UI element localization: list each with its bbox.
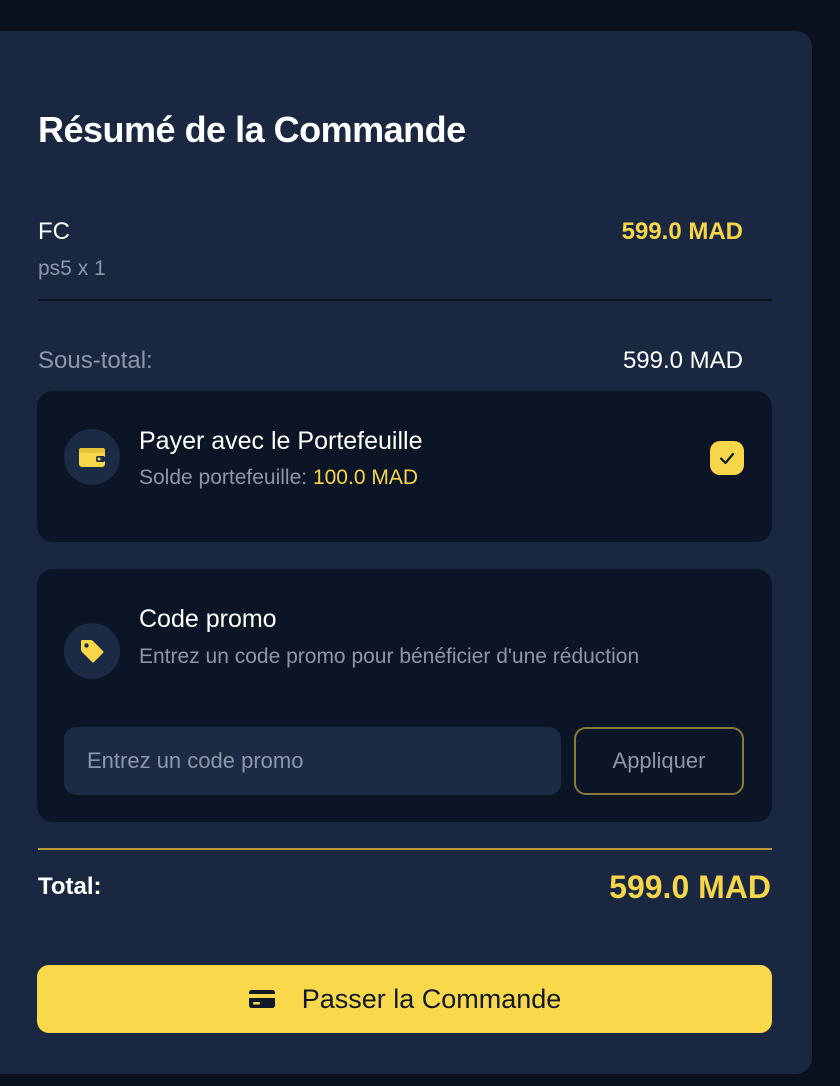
order-summary-panel: Résumé de la Commande FC ps5 x 1 599.0 M… xyxy=(0,31,812,1074)
check-icon xyxy=(719,452,735,465)
wallet-title: Payer avec le Portefeuille xyxy=(139,427,423,455)
wallet-balance-value: 100.0 MAD xyxy=(312,466,419,489)
wallet-checkbox[interactable] xyxy=(710,441,744,475)
promo-code-input[interactable] xyxy=(64,727,561,795)
promo-description: Entrez un code promo pour bénéficier d'u… xyxy=(139,645,640,668)
wallet-icon xyxy=(64,429,120,485)
item-price: 599.0 MAD xyxy=(621,218,743,245)
item-name: FC xyxy=(38,218,70,245)
promo-code-card: Code promo Entrez un code promo pour bén… xyxy=(37,569,772,822)
page-title: Résumé de la Commande xyxy=(38,109,466,150)
item-divider xyxy=(38,299,772,301)
total-label: Total: xyxy=(38,873,102,900)
total-divider xyxy=(38,848,772,850)
subtotal-value: 599.0 MAD xyxy=(622,347,743,374)
item-detail: ps5 x 1 xyxy=(38,257,106,280)
promo-title: Code promo xyxy=(139,605,277,633)
subtotal-label: Sous-total: xyxy=(38,347,153,374)
place-order-label: Passer la Commande xyxy=(301,983,562,1014)
wallet-payment-card[interactable]: Payer avec le Portefeuille Solde portefe… xyxy=(37,391,772,542)
apply-promo-button[interactable]: Appliquer xyxy=(574,727,744,795)
wallet-balance-label: Solde portefeuille: xyxy=(139,466,313,489)
tag-icon xyxy=(64,623,120,679)
total-value: 599.0 MAD xyxy=(609,869,771,905)
place-order-button[interactable]: Passer la Commande xyxy=(37,965,772,1033)
wallet-balance: Solde portefeuille: 100.0 MAD xyxy=(139,461,418,494)
credit-card-icon xyxy=(248,990,275,1008)
